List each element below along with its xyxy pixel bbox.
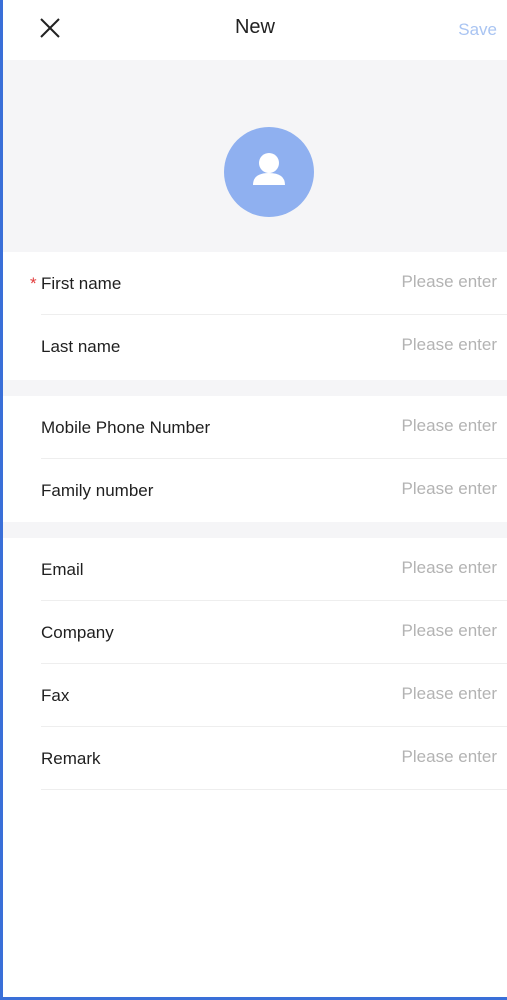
person-icon	[253, 153, 285, 185]
email-label: Email	[41, 560, 84, 579]
section-divider	[3, 522, 507, 538]
details-group: Email Company Fax Remark	[3, 538, 507, 790]
company-input[interactable]	[297, 617, 497, 645]
first-name-label: First name	[41, 274, 122, 293]
last-name-input[interactable]	[297, 331, 497, 359]
close-icon[interactable]	[39, 17, 61, 39]
page-title: New	[234, 15, 275, 38]
family-number-row[interactable]: Family number	[41, 459, 507, 522]
email-input[interactable]	[297, 554, 497, 582]
mobile-phone-label: Mobile Phone Number	[41, 418, 211, 437]
mobile-phone-row[interactable]: Mobile Phone Number	[41, 396, 507, 459]
last-name-label: Last name	[41, 337, 121, 356]
avatar-section	[3, 60, 507, 252]
required-marker: *	[30, 274, 37, 293]
section-divider	[3, 380, 507, 396]
remark-row[interactable]: Remark	[41, 727, 507, 790]
company-label: Company	[41, 623, 114, 642]
fax-input[interactable]	[297, 680, 497, 708]
new-contact-screen: New Save * First name Last name Mobile P…	[0, 0, 507, 1000]
mobile-phone-input[interactable]	[297, 412, 497, 440]
top-bar: New Save	[3, 0, 507, 60]
avatar[interactable]	[224, 127, 314, 217]
last-name-row[interactable]: Last name	[41, 315, 507, 378]
company-row[interactable]: Company	[41, 601, 507, 664]
phone-group: Mobile Phone Number Family number	[3, 396, 507, 522]
remark-label: Remark	[41, 749, 101, 768]
fax-label: Fax	[41, 686, 70, 705]
save-button[interactable]: Save	[458, 20, 497, 40]
family-number-label: Family number	[41, 481, 154, 500]
email-row[interactable]: Email	[41, 538, 507, 601]
remark-input[interactable]	[297, 743, 497, 771]
name-group: * First name Last name	[3, 252, 507, 378]
first-name-input[interactable]	[297, 268, 497, 296]
fax-row[interactable]: Fax	[41, 664, 507, 727]
first-name-row[interactable]: * First name	[30, 252, 507, 315]
family-number-input[interactable]	[297, 475, 497, 503]
